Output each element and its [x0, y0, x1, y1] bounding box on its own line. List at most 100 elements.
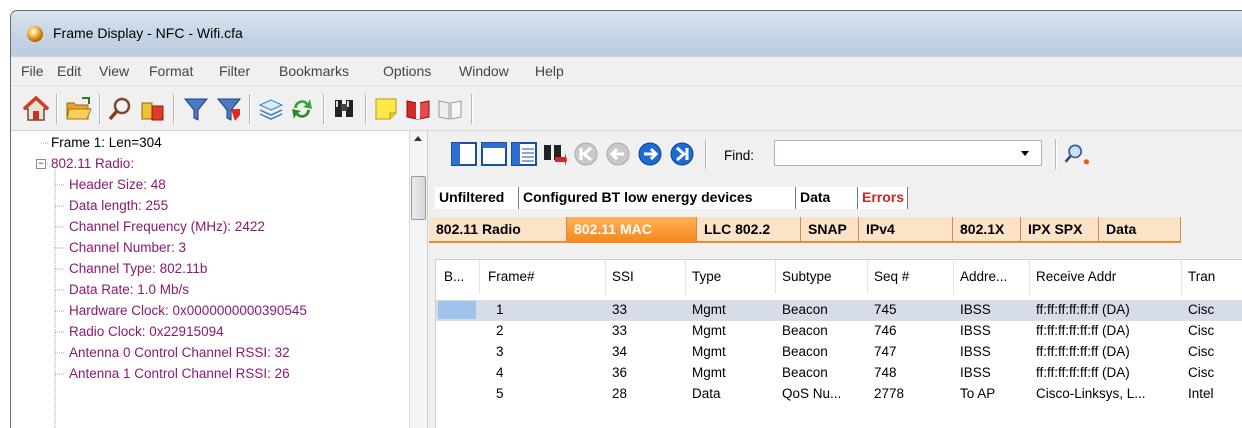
last-frame-icon[interactable] [669, 141, 695, 167]
menu-filter[interactable]: Filter [219, 63, 250, 79]
menu-options[interactable]: Options [383, 63, 431, 79]
column-header-bookmark[interactable]: B... [436, 260, 480, 294]
menu-format[interactable]: Format [149, 63, 193, 79]
frame-summary-table: B... Frame# SSI Type Subtype Seq # Addre… [435, 259, 1242, 428]
cell-subtype: QoS Nu... [782, 386, 842, 401]
key-icon[interactable] [137, 94, 167, 124]
table-row[interactable]: 3 34 Mgmt Beacon 747 IBSS ff:ff:ff:ff:ff… [436, 342, 1242, 363]
cell-address: IBSS [960, 323, 991, 338]
tree-node-field[interactable]: Radio Clock: 0x22915094 [69, 324, 224, 339]
cell-type: Data [692, 386, 721, 401]
column-header-receive-addr[interactable]: Receive Addr [1030, 260, 1182, 294]
tree-vertical-scrollbar[interactable] [409, 131, 428, 428]
tree-node-field[interactable]: Data length: 255 [69, 198, 168, 213]
table-row[interactable]: 1 33 Mgmt Beacon 745 IBSS ff:ff:ff:ff:ff… [436, 300, 1242, 321]
scroll-up-arrow-icon[interactable] [414, 136, 422, 141]
tree-node-frame[interactable]: Frame 1: Len=304 [51, 135, 162, 150]
layout-pane-list-icon[interactable] [511, 141, 537, 167]
open-folder-icon[interactable] [63, 94, 93, 124]
tree-node-field[interactable]: Channel Frequency (MHz): 2422 [69, 219, 265, 234]
cell-frame: 2 [496, 323, 504, 338]
toolbar-separator [471, 94, 473, 124]
book-gray-icon[interactable] [435, 94, 465, 124]
decode-tree-pane[interactable]: − Frame 1: Len=304 802.11 Radio: Header … [11, 131, 410, 428]
tab-ipv4[interactable]: IPv4 [859, 217, 953, 243]
tree-node-field[interactable]: Channel Number: 3 [69, 240, 186, 255]
tab-ipx-spx[interactable]: IPX SPX [1021, 217, 1099, 243]
cell-transmit: Cisc [1188, 323, 1215, 338]
menu-window[interactable]: Window [459, 63, 509, 79]
cell-address: IBSS [960, 302, 991, 317]
cell-receive-addr: ff:ff:ff:ff:ff:ff (DA) [1036, 302, 1130, 317]
tree-node-field[interactable]: Header Size: 48 [69, 177, 166, 192]
tab-unfiltered[interactable]: Unfiltered [435, 187, 519, 209]
binoculars-icon[interactable] [329, 94, 359, 124]
app-icon [27, 26, 43, 42]
tree-node-field[interactable]: Data Rate: 1.0 Mb/s [69, 282, 189, 297]
table-row[interactable]: 4 36 Mgmt Beacon 748 IBSS ff:ff:ff:ff:ff… [436, 363, 1242, 384]
layout-pane-left-icon[interactable] [451, 141, 477, 167]
menu-view[interactable]: View [99, 63, 129, 79]
menu-file[interactable]: File [21, 63, 44, 79]
toolbar-separator [56, 94, 58, 124]
tab-80211-mac[interactable]: 802.11 MAC [567, 217, 697, 243]
tab-errors[interactable]: Errors [858, 187, 908, 209]
tree-node-field[interactable]: Channel Type: 802.11b [69, 261, 207, 276]
next-frame-icon[interactable] [637, 141, 663, 167]
sticky-note-icon[interactable] [371, 94, 401, 124]
scrollbar-thumb[interactable] [411, 176, 426, 220]
magnifier-icon[interactable] [105, 94, 135, 124]
column-header-ssi[interactable]: SSI [606, 260, 686, 294]
find-input[interactable] [774, 140, 1042, 166]
cell-type: Mgmt [692, 344, 726, 359]
column-header-transmit[interactable]: Tran [1182, 260, 1242, 294]
cell-address: To AP [960, 386, 996, 401]
cell-receive-addr: ff:ff:ff:ff:ff:ff (DA) [1036, 365, 1130, 380]
column-header-address[interactable]: Addre... [954, 260, 1030, 294]
tab-snap[interactable]: SNAP [801, 217, 859, 243]
cell-transmit: Cisc [1188, 344, 1215, 359]
toolbar-separator [705, 139, 707, 169]
tab-llc-8022[interactable]: LLC 802.2 [697, 217, 801, 243]
refresh-icon[interactable] [287, 94, 317, 124]
tree-node-field[interactable]: Hardware Clock: 0x0000000000390545 [69, 303, 307, 318]
tab-80211-radio[interactable]: 802.11 Radio [429, 217, 567, 243]
first-frame-icon[interactable] [573, 141, 599, 167]
filter-icon[interactable] [181, 94, 211, 124]
tab-data[interactable]: Data [796, 187, 858, 209]
tree-node-field[interactable]: Antenna 0 Control Channel RSSI: 32 [69, 345, 290, 360]
main-toolbar [11, 85, 1242, 131]
cell-ssi: 28 [612, 386, 628, 401]
search-person-icon[interactable] [1063, 141, 1089, 167]
layout-pane-top-icon[interactable] [481, 141, 507, 167]
tab-configured-bt-le-devices[interactable]: Configured BT low energy devices [519, 187, 796, 209]
tab-protocol-data[interactable]: Data [1099, 217, 1181, 243]
menu-bookmarks[interactable]: Bookmarks [279, 63, 349, 79]
book-red-icon[interactable] [403, 94, 433, 124]
column-header-type[interactable]: Type [686, 260, 776, 294]
previous-frame-icon[interactable] [605, 141, 631, 167]
toolbar-separator [1055, 139, 1057, 169]
collapse-toggle-icon[interactable]: − [36, 159, 46, 169]
layers-icon[interactable] [256, 94, 286, 124]
menu-help[interactable]: Help [535, 63, 564, 79]
find-next-binoculars-icon[interactable] [541, 141, 567, 167]
menu-bar: File Edit View Format Filter Bookmarks O… [11, 56, 1242, 85]
find-label: Find: [724, 148, 755, 163]
table-row[interactable]: 2 33 Mgmt Beacon 746 IBSS ff:ff:ff:ff:ff… [436, 321, 1242, 342]
tree-node-field[interactable]: Antenna 1 Control Channel RSSI: 26 [69, 366, 290, 381]
column-header-subtype[interactable]: Subtype [776, 260, 868, 294]
toolbar-separator [249, 94, 251, 124]
filter-red-icon[interactable] [214, 94, 244, 124]
window-title: Frame Display - NFC - Wifi.cfa [53, 25, 243, 41]
find-dropdown-arrow-icon[interactable] [1021, 151, 1029, 156]
column-header-seq[interactable]: Seq # [868, 260, 954, 294]
tab-8021x[interactable]: 802.1X [953, 217, 1021, 243]
home-icon[interactable] [21, 94, 51, 124]
table-row[interactable]: 5 28 Data QoS Nu... 2778 To AP Cisco-Lin… [436, 384, 1242, 405]
column-header-frame[interactable]: Frame# [480, 260, 606, 294]
menu-edit[interactable]: Edit [57, 63, 81, 79]
cell-frame: 1 [496, 302, 504, 317]
title-bar[interactable]: Frame Display - NFC - Wifi.cfa [11, 11, 1242, 56]
tree-node-80211-radio[interactable]: 802.11 Radio: [51, 156, 134, 171]
